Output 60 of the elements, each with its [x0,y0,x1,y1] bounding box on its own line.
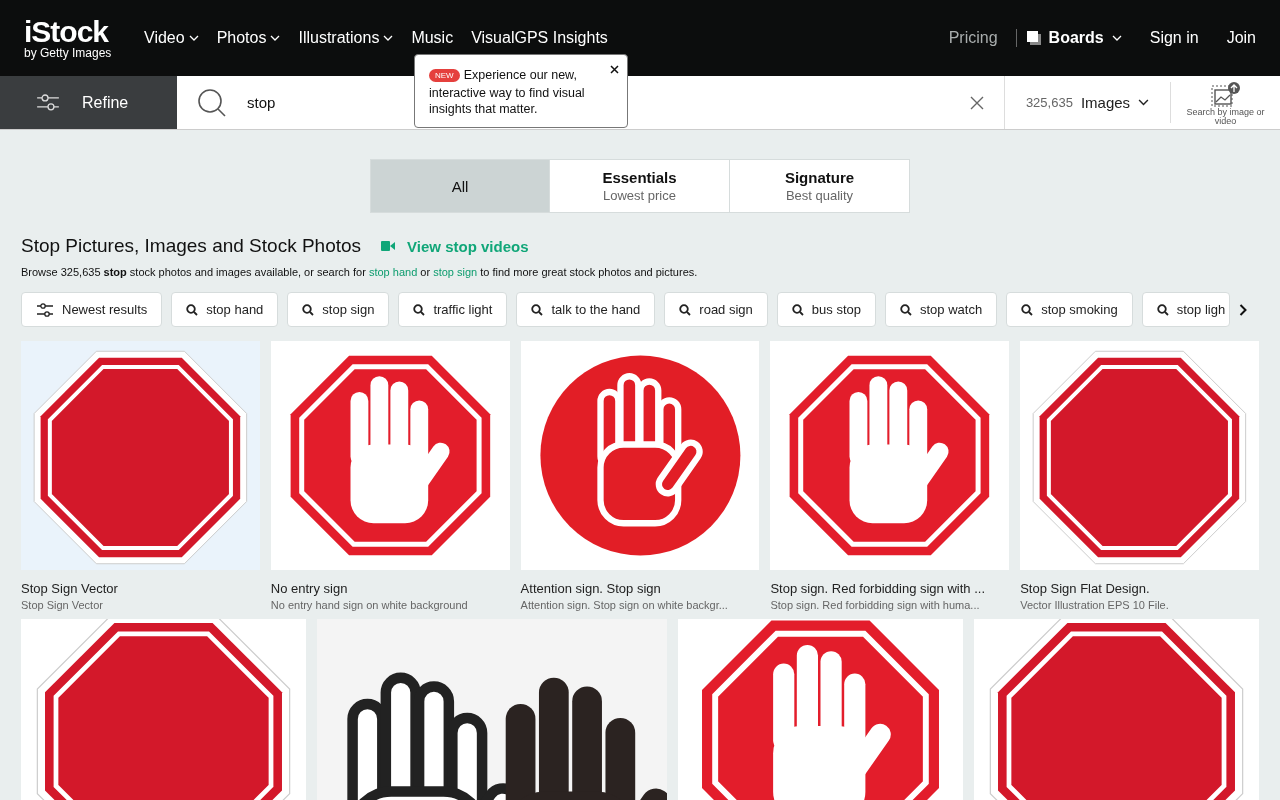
pricing-link[interactable]: Pricing [948,29,1017,47]
search-icon [302,303,315,316]
related-search-chip[interactable]: road sign [664,292,768,327]
chevron-down-icon [383,35,394,41]
image-caption: Attention sign. Stop sign on white backgr... [520,599,729,611]
boards-menu[interactable]: Boards [1026,29,1122,47]
image-caption: Vector Illustration EPS 10 File. [1020,599,1170,611]
image-title[interactable]: Stop Sign Flat Design. [1020,581,1259,596]
related-search-chip[interactable]: stop watch [884,292,998,327]
popup-text: NEW Experience our new, interactive way to find visual insights that matter. [429,67,586,118]
image-title[interactable]: No entry sign [270,581,510,596]
search-icon [1021,303,1034,316]
clear-icon[interactable] [970,95,984,110]
license-tab[interactable]: Signature Best quality [730,159,910,213]
license-tab[interactable]: All [370,159,550,213]
close-icon[interactable] [610,65,619,74]
nav-link[interactable]: Video [144,29,199,47]
chevron-right-icon[interactable] [1239,303,1248,316]
image-caption: No entry hand sign on white background [270,599,469,611]
search-icon [197,87,227,118]
nav-link[interactable]: VisualGPS Insights [471,29,608,47]
image-title[interactable]: Stop Sign Vector [21,581,260,596]
sign-in-link[interactable]: Sign in [1149,29,1199,47]
image-caption: Stop sign. Red forbidding sign with huma... [770,599,981,611]
sort-button[interactable]: Newest results [21,292,163,327]
image-title[interactable]: Attention sign. Stop sign [520,581,760,596]
search-icon [899,303,912,316]
image-caption: Stop Sign Vector [21,599,104,611]
search-icon [679,303,692,316]
description-text: Browse 325,635 stop stock photos and images available, or search for stop hand or stop sign to find more great stock photos and pictures. [21,266,699,278]
refine-button[interactable]: Refine [0,76,177,129]
join-link[interactable]: Join [1226,29,1256,47]
search-icon [413,303,426,316]
search-icon [186,303,199,316]
page-heading: Stop Pictures, Images and Stock Photos [21,235,362,257]
license-tab[interactable]: Essentials Lowest price [550,159,730,213]
nav-link[interactable]: Illustrations [298,29,394,47]
video-camera-icon [381,241,396,251]
sliders-icon [36,302,54,317]
istock-logo[interactable]: iStock by Getty Images [24,16,144,60]
search-icon [791,303,804,316]
related-search-chip[interactable]: stop sign [287,292,390,327]
sliders-icon [36,94,60,111]
image-upload-icon [1210,82,1241,108]
related-search-chip[interactable]: stop hand [171,292,279,327]
related-search-chip[interactable]: traffic light [398,292,508,327]
nav-link[interactable]: Music [411,29,454,47]
image-title[interactable]: Stop sign. Red forbidding sign with ... [770,581,1010,596]
search-icon [1156,303,1169,316]
related-search-chip[interactable]: stop smoking [1006,292,1133,327]
search-icon [531,303,544,316]
chevron-down-icon [188,35,199,41]
related-search-chip[interactable]: bus stop [776,292,876,327]
related-search-chip[interactable]: talk to the hand [516,292,656,327]
nav-link[interactable]: Photos [216,29,281,47]
chevron-down-icon [1138,99,1150,106]
related-search-chip[interactable]: stop ligh [1141,292,1231,327]
boards-icon [1026,31,1041,45]
chevron-down-icon [1111,35,1122,41]
chevron-down-icon [270,35,281,41]
